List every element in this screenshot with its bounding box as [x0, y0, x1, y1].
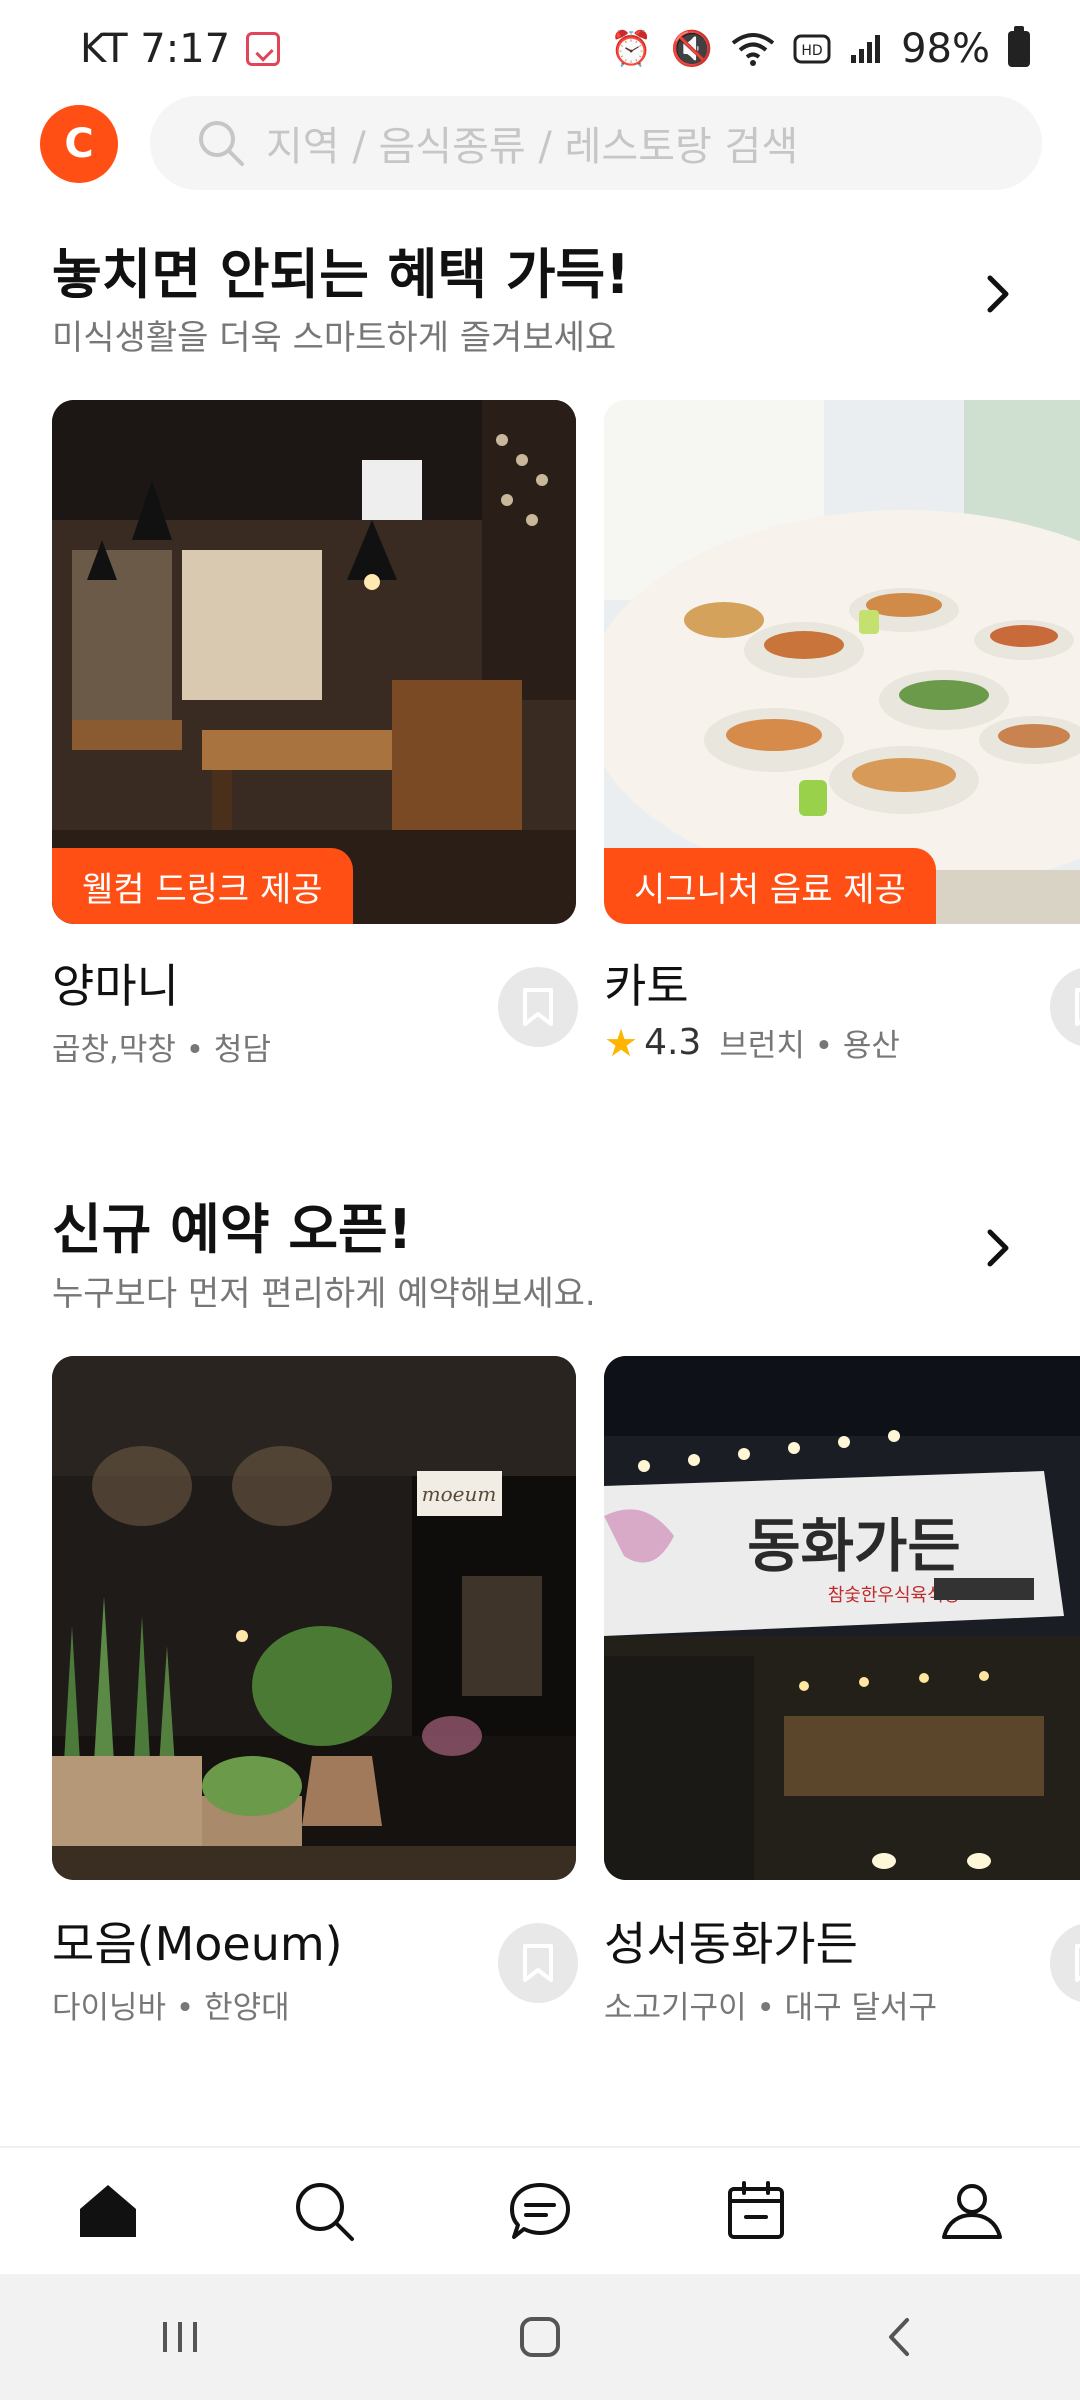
bookmark-button[interactable]	[1050, 1923, 1080, 2003]
system-navigation	[0, 2274, 1080, 2400]
bookmark-icon	[1075, 1944, 1080, 1982]
calendar-icon	[728, 2181, 784, 2239]
search-icon	[199, 121, 244, 166]
benefit-badge: 웰컴 드링크 제공	[52, 848, 353, 924]
section-more-arrow[interactable]	[978, 1228, 1018, 1268]
wifi-icon	[731, 33, 775, 66]
restaurant-meta: 소고기구이 • 대구 달서구	[604, 1982, 937, 2027]
bookmark-button[interactable]	[1050, 967, 1080, 1047]
restaurant-name[interactable]: 양마니	[52, 950, 179, 1016]
restaurant-category-location: 다이닝바 • 한양대	[52, 1990, 290, 2026]
section-title-benefits: 놓치면 안되는 혜택 가득!	[52, 243, 630, 306]
search-icon	[296, 2183, 354, 2241]
bookmark-icon	[523, 988, 553, 1026]
brunch-table-photo	[604, 400, 1080, 924]
section-more-arrow[interactable]	[978, 274, 1018, 314]
carrier-time: KT 7:17	[80, 26, 231, 72]
nav-search[interactable]	[269, 2156, 379, 2266]
app-screen: KT 7:17 ⏰ 🔇 HD 98% C 지역 / 음식종류 / 레스토랑 검색…	[0, 0, 1080, 2400]
restaurant-card-image[interactable]: 동화가든 참숯한우식육식당	[604, 1356, 1080, 1880]
restaurant-card-image[interactable]: 시그니처 음료 제공	[604, 400, 1080, 924]
storefront-sign-text: 동화가든	[747, 1512, 960, 1580]
restaurant-category-location: 소고기구이 • 대구 달서구	[604, 1990, 938, 2026]
restaurant-category-location: 곱창,막창 • 청담	[52, 1032, 271, 1068]
back-icon	[889, 2318, 909, 2356]
restaurant-name[interactable]: 성서동화가든	[604, 1908, 858, 1974]
profile-icon	[942, 2184, 1002, 2239]
chevron-right-icon	[987, 275, 1009, 313]
section-subtitle-new-openings: 누구보다 먼저 편리하게 예약해보세요.	[52, 1274, 596, 1314]
home-icon	[80, 2185, 136, 2237]
signal-icon	[851, 35, 881, 63]
svg-text:HD: HD	[801, 43, 822, 59]
restaurant-name[interactable]: 모음(Moeum)	[52, 1908, 343, 1974]
mute-icon: 🔇	[670, 29, 714, 69]
nav-reservations[interactable]	[701, 2156, 811, 2266]
bookmark-icon	[523, 1944, 553, 1982]
nav-home[interactable]	[53, 2156, 163, 2266]
nav-chat[interactable]	[485, 2156, 595, 2266]
restaurant-meta: ★ 4.3 브런치 • 용산	[604, 1020, 900, 1065]
home-square-icon	[520, 2317, 560, 2357]
status-bar: KT 7:17 ⏰ 🔇 HD 98%	[0, 0, 1080, 96]
section-subtitle-benefits: 미식생활을 더욱 스마트하게 즐겨보세요	[52, 318, 617, 358]
recent-apps-button[interactable]	[120, 2292, 240, 2382]
section-title-new-openings: 신규 예약 오픈!	[52, 1198, 413, 1261]
alarm-icon: ⏰	[610, 29, 653, 69]
bookmark-button[interactable]	[498, 1923, 578, 2003]
star-icon: ★	[604, 1020, 639, 1065]
restaurant-name[interactable]: 카토	[604, 950, 689, 1016]
search-placeholder: 지역 / 음식종류 / 레스토랑 검색	[266, 124, 799, 170]
night-terrace-photo: moeum	[52, 1356, 576, 1880]
restaurant-card-image[interactable]: 웰컴 드링크 제공	[52, 400, 576, 924]
rating-value: 4.3	[644, 1022, 702, 1063]
back-button[interactable]	[840, 2292, 960, 2382]
restaurant-category-location: 브런치 • 용산	[719, 1028, 900, 1064]
calendar-check-icon	[246, 32, 281, 66]
battery-icon	[1008, 26, 1030, 67]
status-right: ⏰ 🔇 HD 98%	[610, 26, 1030, 72]
bookmark-icon	[1075, 988, 1080, 1026]
recent-apps-icon	[163, 2322, 197, 2352]
chevron-right-icon	[987, 1229, 1009, 1267]
battery-percent: 98%	[901, 26, 990, 72]
status-left: KT 7:17	[80, 26, 281, 72]
nav-profile[interactable]	[917, 2156, 1027, 2266]
home-system-button[interactable]	[480, 2292, 600, 2382]
restaurant-meta: 곱창,막창 • 청담	[52, 1024, 271, 1069]
chat-icon	[510, 2183, 570, 2239]
restaurant-meta: 다이닝바 • 한양대	[52, 1982, 290, 2027]
restaurant-interior-photo	[52, 400, 576, 924]
bookmark-button[interactable]	[498, 967, 578, 1047]
benefit-badge: 시그니처 음료 제공	[604, 848, 936, 924]
app-logo[interactable]: C	[40, 105, 118, 183]
hd-icon: HD	[793, 34, 831, 64]
restaurant-card-image[interactable]: moeum	[52, 1356, 576, 1880]
bottom-navigation	[0, 2146, 1080, 2274]
restaurant-storefront-photo: 동화가든 참숯한우식육식당	[604, 1356, 1080, 1880]
moeum-sign-text: moeum	[422, 1482, 497, 1506]
search-bar[interactable]: 지역 / 음식종류 / 레스토랑 검색	[150, 96, 1042, 190]
